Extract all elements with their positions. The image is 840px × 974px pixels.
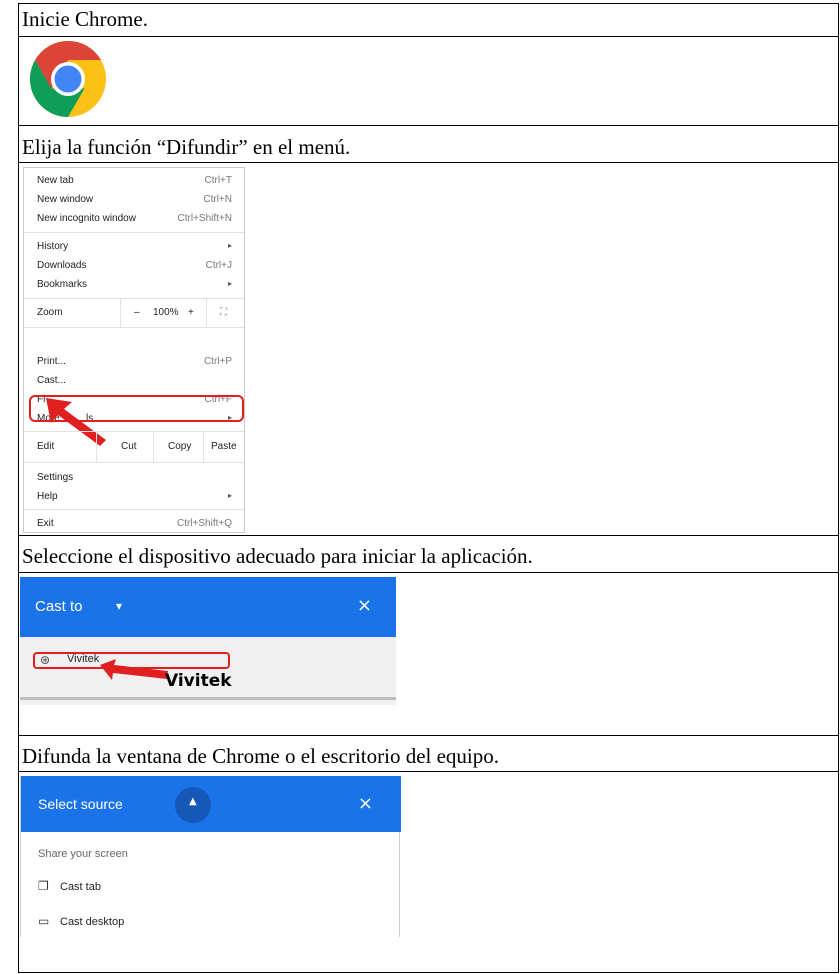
tab-icon: ❐ [38, 879, 49, 893]
chevron-up-icon: ▲ [189, 796, 197, 807]
menu-item-history[interactable]: History ▸ [24, 237, 244, 256]
collapse-button[interactable]: ▲ [175, 787, 211, 823]
cast-dialog-title: Cast to [35, 598, 83, 615]
cast-to-dialog: Cast to ▾ × ⊛ Vivitek Vivitek [20, 577, 396, 705]
chevron-right-icon: ▸ [227, 491, 232, 500]
instruction-table: Inicie Chrome. Elija la función “Difundi… [18, 3, 839, 973]
chevron-right-icon: ▸ [227, 279, 232, 288]
cut-button[interactable]: Cut [121, 441, 137, 452]
source-dialog-header: Select source ▲ × [21, 776, 401, 832]
cast-desktop-option[interactable]: ▭ Cast desktop [38, 914, 124, 928]
row-divider [19, 735, 838, 736]
chevron-right-icon: ▸ [227, 241, 232, 250]
menu-item-new-incognito-window[interactable]: New incognito window Ctrl+Shift+N [24, 209, 244, 228]
zoom-level: 100% [153, 307, 179, 318]
close-icon[interactable]: × [358, 793, 373, 814]
menu-divider [24, 509, 244, 510]
menu-item-print[interactable]: Print... Ctrl+P [24, 352, 244, 371]
chrome-menu-cell: New tab Ctrl+T New window Ctrl+N New incog… [19, 163, 838, 535]
zoom-label: Zoom [37, 307, 63, 318]
menu-item-new-window[interactable]: New window Ctrl+N [24, 190, 244, 209]
source-panel-cell: Select source ▲ × Share your screen ❐ Cas… [19, 772, 838, 972]
edit-label: Edit [37, 441, 55, 452]
select-source-dialog: Select source ▲ × Share your screen ❐ Cas… [20, 776, 401, 937]
paste-button[interactable]: Paste [211, 441, 237, 452]
menu-item-exit[interactable]: Exit Ctrl+Shift+Q [24, 514, 244, 533]
laptop-icon: ▭ [38, 914, 50, 928]
step-1-text: Inicie Chrome. [22, 7, 148, 31]
zoom-in-button[interactable]: + [188, 307, 194, 318]
menu-divider [24, 327, 244, 328]
chrome-logo-icon [30, 41, 106, 117]
red-arrow-icon [100, 659, 168, 680]
share-screen-heading: Share your screen [38, 848, 128, 860]
cast-panel-cell: Cast to ▾ × ⊛ Vivitek Vivitek [19, 573, 838, 709]
cast-tab-option[interactable]: ❐ Cast tab [38, 879, 101, 893]
copy-button[interactable]: Copy [168, 441, 191, 452]
step-4-text: Difunda la ventana de Chrome o el escrit… [22, 744, 500, 768]
step-3-text: Seleccione el dispositivo adecuado para … [22, 544, 533, 568]
dialog-bottom-edge [20, 697, 396, 700]
chrome-logo-cell [19, 37, 838, 125]
menu-divider [24, 462, 244, 463]
device-callout-label: Vivitek [165, 671, 232, 691]
menu-item-help[interactable]: Help ▸ [24, 487, 244, 506]
chrome-menu: New tab Ctrl+T New window Ctrl+N New incog… [23, 167, 245, 533]
close-icon[interactable]: × [357, 595, 372, 616]
fullscreen-icon[interactable]: ⛶ [220, 307, 227, 318]
cast-dialog-header: Cast to ▾ × [20, 577, 396, 637]
zoom-out-button[interactable]: – [134, 307, 140, 318]
dropdown-icon[interactable]: ▾ [116, 599, 122, 614]
menu-item-bookmarks[interactable]: Bookmarks ▸ [24, 275, 244, 294]
source-dialog-title: Select source [38, 796, 123, 812]
edit-row: Edit Cut Copy Paste [24, 432, 244, 462]
menu-item-downloads[interactable]: Downloads Ctrl+J [24, 256, 244, 275]
menu-item-new-tab[interactable]: New tab Ctrl+T [24, 171, 244, 190]
menu-item-settings[interactable]: Settings [24, 468, 244, 487]
menu-divider [24, 232, 244, 233]
zoom-row: Zoom – 100% + ⛶ [24, 299, 244, 327]
menu-item-cast[interactable]: Cast... [24, 371, 244, 390]
row-divider [19, 535, 838, 536]
step-2-text: Elija la función “Difundir” en el menú. [22, 135, 351, 159]
row-divider [19, 125, 838, 126]
